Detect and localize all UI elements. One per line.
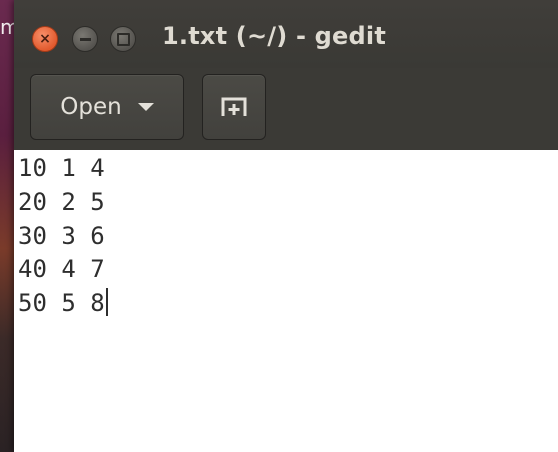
- maximize-icon: [116, 32, 130, 46]
- editor-line-2: 20 2 5: [18, 188, 105, 216]
- new-tab-icon: [221, 97, 247, 116]
- minimize-icon: [79, 37, 91, 41]
- editor-line-1: 10 1 4: [18, 154, 105, 182]
- editor-line-4: 40 4 7: [18, 255, 105, 283]
- editor-line-5: 50 5 8: [18, 287, 108, 320]
- close-icon: ×: [39, 31, 51, 47]
- editor-line-3: 30 3 6: [18, 222, 105, 250]
- close-window-button[interactable]: ×: [32, 26, 58, 52]
- gedit-window: × 1.txt (~/) - gedit Open 10 1 4 20 2 5 …: [14, 0, 558, 452]
- editor-line-5-text: 50 5 8: [18, 289, 105, 317]
- new-tab-button[interactable]: [202, 74, 266, 140]
- open-button-label: Open: [60, 94, 122, 120]
- window-title: 1.txt (~/) - gedit: [162, 22, 387, 50]
- title-bar[interactable]: × 1.txt (~/) - gedit: [14, 0, 558, 68]
- open-button[interactable]: Open: [30, 74, 184, 140]
- toolbar: Open: [14, 68, 558, 150]
- text-editor-area[interactable]: 10 1 4 20 2 5 30 3 6 40 4 7 50 5 8: [14, 150, 558, 452]
- minimize-window-button[interactable]: [72, 26, 98, 52]
- text-cursor: [105, 288, 108, 316]
- chevron-down-icon: [137, 103, 154, 111]
- maximize-window-button[interactable]: [110, 26, 136, 52]
